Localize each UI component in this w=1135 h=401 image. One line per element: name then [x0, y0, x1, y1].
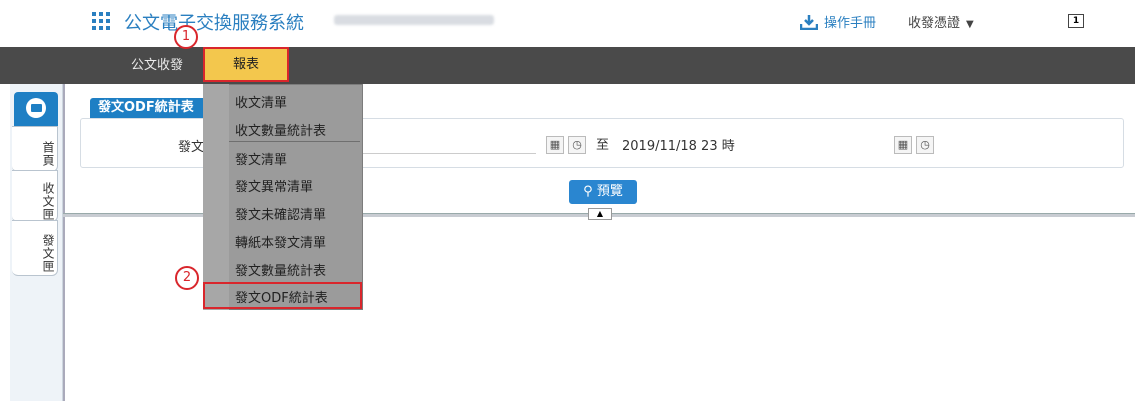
splitter-handle-icon[interactable]: ▲: [588, 208, 612, 220]
download-icon: [800, 15, 818, 30]
step-marker-1: 1: [174, 25, 198, 49]
sidebar-tab-home[interactable]: 首頁: [12, 126, 58, 172]
menu-item-receive-list[interactable]: 收文清單: [235, 92, 287, 111]
highlight-box: [203, 282, 362, 309]
nav-item-doc-exchange[interactable]: 公文收發: [131, 47, 183, 84]
manual-label: 操作手冊: [824, 16, 877, 31]
cert-dropdown[interactable]: 收發憑證 ▼: [908, 12, 974, 31]
menu-item-paper-send-list[interactable]: 轉紙本發文清單: [235, 232, 326, 251]
menu-item-send-list[interactable]: 發文清單: [235, 149, 287, 168]
section-title: 發文ODF統計表: [90, 98, 210, 118]
end-date-value: 2019/11/18 23 時: [622, 139, 735, 154]
clock-icon[interactable]: ◷: [916, 136, 934, 154]
nav-item-report[interactable]: 報表: [203, 47, 289, 82]
org-name-redacted: [334, 15, 494, 25]
menu-item-receive-stats[interactable]: 收文數量統計表: [235, 120, 326, 139]
sidebar-tab-inbox[interactable]: 收文匣: [12, 170, 58, 222]
preview-label: 預覽: [596, 184, 623, 199]
step-marker-2: 2: [175, 266, 199, 290]
app-title: 公文電子交換服務系統: [124, 13, 304, 34]
app-grid-icon[interactable]: [92, 12, 110, 30]
chevron-down-icon: ▼: [966, 19, 974, 30]
send-date-label: 發文: [178, 140, 205, 155]
calendar-icon[interactable]: ▦: [894, 136, 912, 154]
manual-link[interactable]: 操作手冊: [800, 12, 876, 31]
menu-item-send-error-list[interactable]: 發文異常清單: [235, 176, 313, 195]
user-icon[interactable]: 1: [1068, 14, 1084, 28]
search-icon: ⚲: [583, 184, 597, 199]
menu-item-send-unconfirmed-list[interactable]: 發文未確認清單: [235, 204, 326, 223]
range-to-label: 至: [596, 138, 610, 153]
menu-item-send-stats[interactable]: 發文數量統計表: [235, 260, 326, 279]
menu-divider: [229, 141, 360, 142]
dropdown-gutter: [203, 84, 229, 310]
top-navbar: 公文收發: [0, 47, 1135, 84]
folder-icon-glyph: [31, 104, 42, 112]
clock-icon[interactable]: ◷: [568, 136, 586, 154]
preview-button[interactable]: ⚲ 預覽: [569, 180, 637, 204]
cert-label: 收發憑證: [908, 16, 961, 31]
sidebar-tab-outbox[interactable]: 發文匣: [12, 220, 58, 276]
calendar-icon[interactable]: ▦: [546, 136, 564, 154]
